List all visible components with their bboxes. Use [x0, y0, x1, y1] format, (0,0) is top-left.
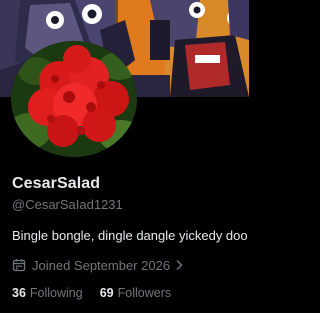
profile-handle: @CesarSaIad1231: [12, 197, 123, 212]
following-count: 36: [12, 286, 26, 300]
followers-label: Followers: [117, 286, 172, 300]
joined-date-row[interactable]: Joined September 2026: [12, 257, 183, 273]
follow-stats: 36 Following 69 Followers: [12, 286, 171, 300]
followers-count: 69: [99, 286, 114, 300]
joined-date-text: Joined September 2026: [32, 257, 171, 273]
chevron-right-icon: [176, 259, 183, 271]
followers-link[interactable]: 69 Followers: [100, 286, 171, 300]
profile-screen: CesarSalad @CesarSaIad1231 Bingle bongle…: [0, 0, 249, 313]
avatar[interactable]: [11, 41, 137, 157]
profile-bio: Bingle bongle, dingle dangle yickedy doo: [12, 228, 248, 243]
following-label: Following: [29, 286, 83, 300]
following-link[interactable]: 36 Following: [12, 286, 83, 300]
profile-display-name: CesarSalad: [12, 175, 101, 192]
calendar-icon: [12, 259, 26, 272]
avatar-flower-image: [11, 41, 137, 157]
